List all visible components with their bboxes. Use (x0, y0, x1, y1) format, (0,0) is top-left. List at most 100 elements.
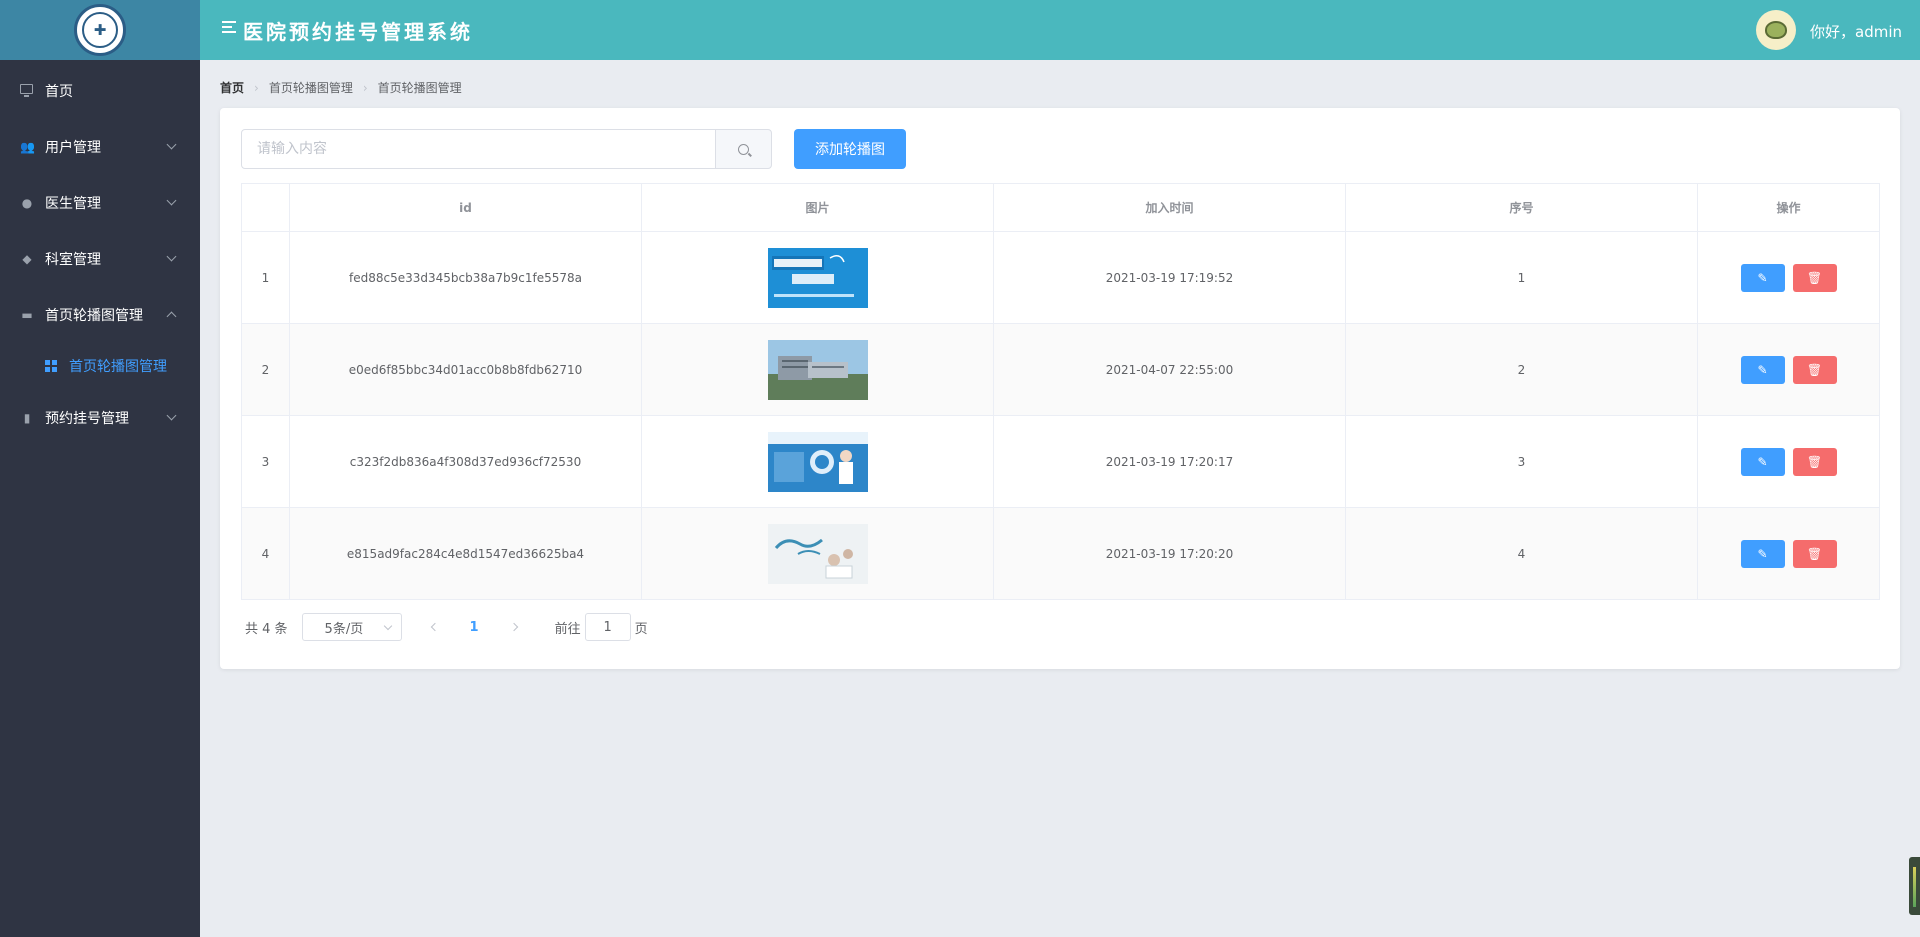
chevron-down-icon (166, 195, 177, 206)
breadcrumb: 首页 › 首页轮播图管理 › 首页轮播图管理 (220, 79, 462, 96)
page-size-select[interactable]: 5条/页 (301, 613, 402, 641)
sidebar-item-label: 用户管理 (45, 140, 101, 156)
column-header-image: 图片 (641, 183, 994, 232)
breadcrumb-home[interactable]: 首页 (220, 79, 244, 96)
menu-toggle-icon[interactable] (222, 21, 236, 35)
column-header-order: 序号 (1345, 183, 1698, 232)
top-header: ✚ 医院预约挂号管理系统 你好，admin (0, 0, 1920, 60)
edit-button[interactable]: ✎ (1740, 263, 1785, 292)
edit-icon: ✎ (1757, 454, 1768, 469)
breadcrumb-current: 首页轮播图管理 (377, 81, 462, 95)
hospital-logo: ✚ (74, 4, 126, 56)
goto-suffix: 页 (634, 621, 648, 637)
monitor-icon (20, 84, 34, 98)
logo-area: ✚ (0, 0, 200, 60)
edit-icon: ✎ (1757, 362, 1768, 377)
sidebar-item-label: 预约挂号管理 (45, 411, 129, 427)
table-header-row: id 图片 加入时间 序号 操作 (241, 183, 1880, 232)
trash-icon: 🗑 (1806, 270, 1823, 285)
cell-index: 3 (241, 415, 290, 508)
chevron-down-icon (166, 410, 177, 421)
cell-time: 2021-04-07 22:55:00 (993, 323, 1346, 416)
cell-id: e0ed6f85bbc34d01acc0b8b8fdb62710 (289, 323, 642, 416)
sidebar-item-departments[interactable]: ◆ 科室管理 (0, 231, 200, 287)
cell-order: 2 (1345, 323, 1698, 416)
sidebar-item-label: 科室管理 (45, 252, 101, 268)
prev-page-icon[interactable] (430, 622, 439, 632)
sidebar-item-appointments[interactable]: ▮ 预约挂号管理 (0, 390, 200, 446)
page-number-current[interactable]: 1 (470, 620, 479, 635)
sidebar-subitem-label: 首页轮播图管理 (69, 359, 167, 375)
edit-icon: ✎ (1757, 270, 1768, 285)
cell-image (641, 415, 994, 508)
edit-button[interactable]: ✎ (1740, 447, 1785, 476)
floating-widget[interactable] (1909, 857, 1920, 915)
pagination-total: 共 4 条 (245, 621, 288, 637)
chevron-down-icon (166, 139, 177, 150)
sidebar-item-doctors[interactable]: ● 医生管理 (0, 175, 200, 231)
cell-time: 2021-03-19 17:20:20 (993, 507, 1346, 600)
search-button[interactable] (715, 129, 772, 169)
sidebar-item-users[interactable]: 👥 用户管理 (0, 119, 200, 175)
cell-actions: ✎ 🗑 (1697, 231, 1880, 324)
avatar[interactable] (1756, 10, 1796, 50)
breadcrumb-separator-icon: › (254, 80, 259, 95)
cell-order: 4 (1345, 507, 1698, 600)
goto-label: 前往 (554, 621, 581, 637)
table-row: 2 e0ed6f85bbc34d01acc0b8b8fdb62710 2021-… (241, 323, 1880, 416)
page-size-value: 5条/页 (324, 621, 364, 637)
cell-id: fed88c5e33d345bcb38a7b9c1fe5578a (289, 231, 642, 324)
cell-order: 3 (1345, 415, 1698, 508)
carousel-table: id 图片 加入时间 序号 操作 1 fed88c5e33d345bcb38a7… (241, 183, 1880, 600)
breadcrumb-section: 首页轮播图管理 (268, 81, 353, 95)
search-input[interactable] (241, 129, 716, 169)
edit-icon: ✎ (1757, 546, 1768, 561)
cell-index: 4 (241, 507, 290, 600)
table-row: 1 fed88c5e33d345bcb38a7b9c1fe5578a 2021-… (241, 231, 1880, 324)
avatar-face-icon (1765, 21, 1787, 39)
cell-actions: ✎ 🗑 (1697, 507, 1880, 600)
box-icon: ◆ (22, 252, 32, 266)
sidebar-item-carousel[interactable]: ▬ 首页轮播图管理 (0, 287, 200, 343)
next-page-icon[interactable] (509, 622, 518, 632)
logo-emblem-icon: ✚ (82, 12, 118, 48)
clipboard-icon: ▮ (23, 411, 31, 425)
cell-order: 1 (1345, 231, 1698, 324)
delete-button[interactable]: 🗑 (1792, 539, 1837, 568)
cell-actions: ✎ 🗑 (1697, 415, 1880, 508)
sidebar-item-label: 首页轮播图管理 (45, 308, 143, 324)
sidebar-item-home[interactable]: 首页 (0, 63, 200, 119)
banner-doctor-image (767, 431, 868, 492)
chevron-down-icon (383, 621, 392, 631)
cell-index: 2 (241, 323, 290, 416)
add-carousel-button[interactable]: 添加轮播图 (794, 129, 906, 169)
user-greeting[interactable]: 你好，admin (1810, 21, 1902, 42)
delete-button[interactable]: 🗑 (1792, 355, 1837, 384)
app-title: 医院预约挂号管理系统 (243, 20, 473, 44)
grid-icon (45, 360, 57, 372)
column-header-index (241, 183, 290, 232)
delete-button[interactable]: 🗑 (1792, 447, 1837, 476)
cell-actions: ✎ 🗑 (1697, 323, 1880, 416)
sidebar-item-label: 医生管理 (45, 196, 101, 212)
chevron-up-icon (166, 311, 177, 322)
cell-image (641, 231, 994, 324)
chevron-down-icon (166, 251, 177, 262)
breadcrumb-separator-icon: › (362, 80, 368, 95)
sidebar-item-label: 首页 (45, 84, 73, 100)
cell-image (641, 323, 994, 416)
column-header-actions: 操作 (1697, 183, 1880, 232)
cell-time: 2021-03-19 17:20:17 (993, 415, 1346, 508)
goto-page-input[interactable] (584, 613, 631, 641)
trash-icon: 🗑 (1806, 546, 1823, 561)
users-icon: 👥 (20, 140, 35, 154)
search-icon (738, 143, 749, 155)
edit-button[interactable]: ✎ (1740, 355, 1785, 384)
table-row: 4 e815ad9fac284c4e8d1547ed36625ba4 2021-… (241, 507, 1880, 600)
banner-health-image (767, 523, 868, 584)
edit-button[interactable]: ✎ (1740, 539, 1785, 568)
delete-button[interactable]: 🗑 (1792, 263, 1837, 292)
sidebar-subitem-carousel-manage[interactable]: 首页轮播图管理 (0, 338, 200, 394)
trash-icon: 🗑 (1806, 454, 1823, 469)
cell-image (641, 507, 994, 600)
